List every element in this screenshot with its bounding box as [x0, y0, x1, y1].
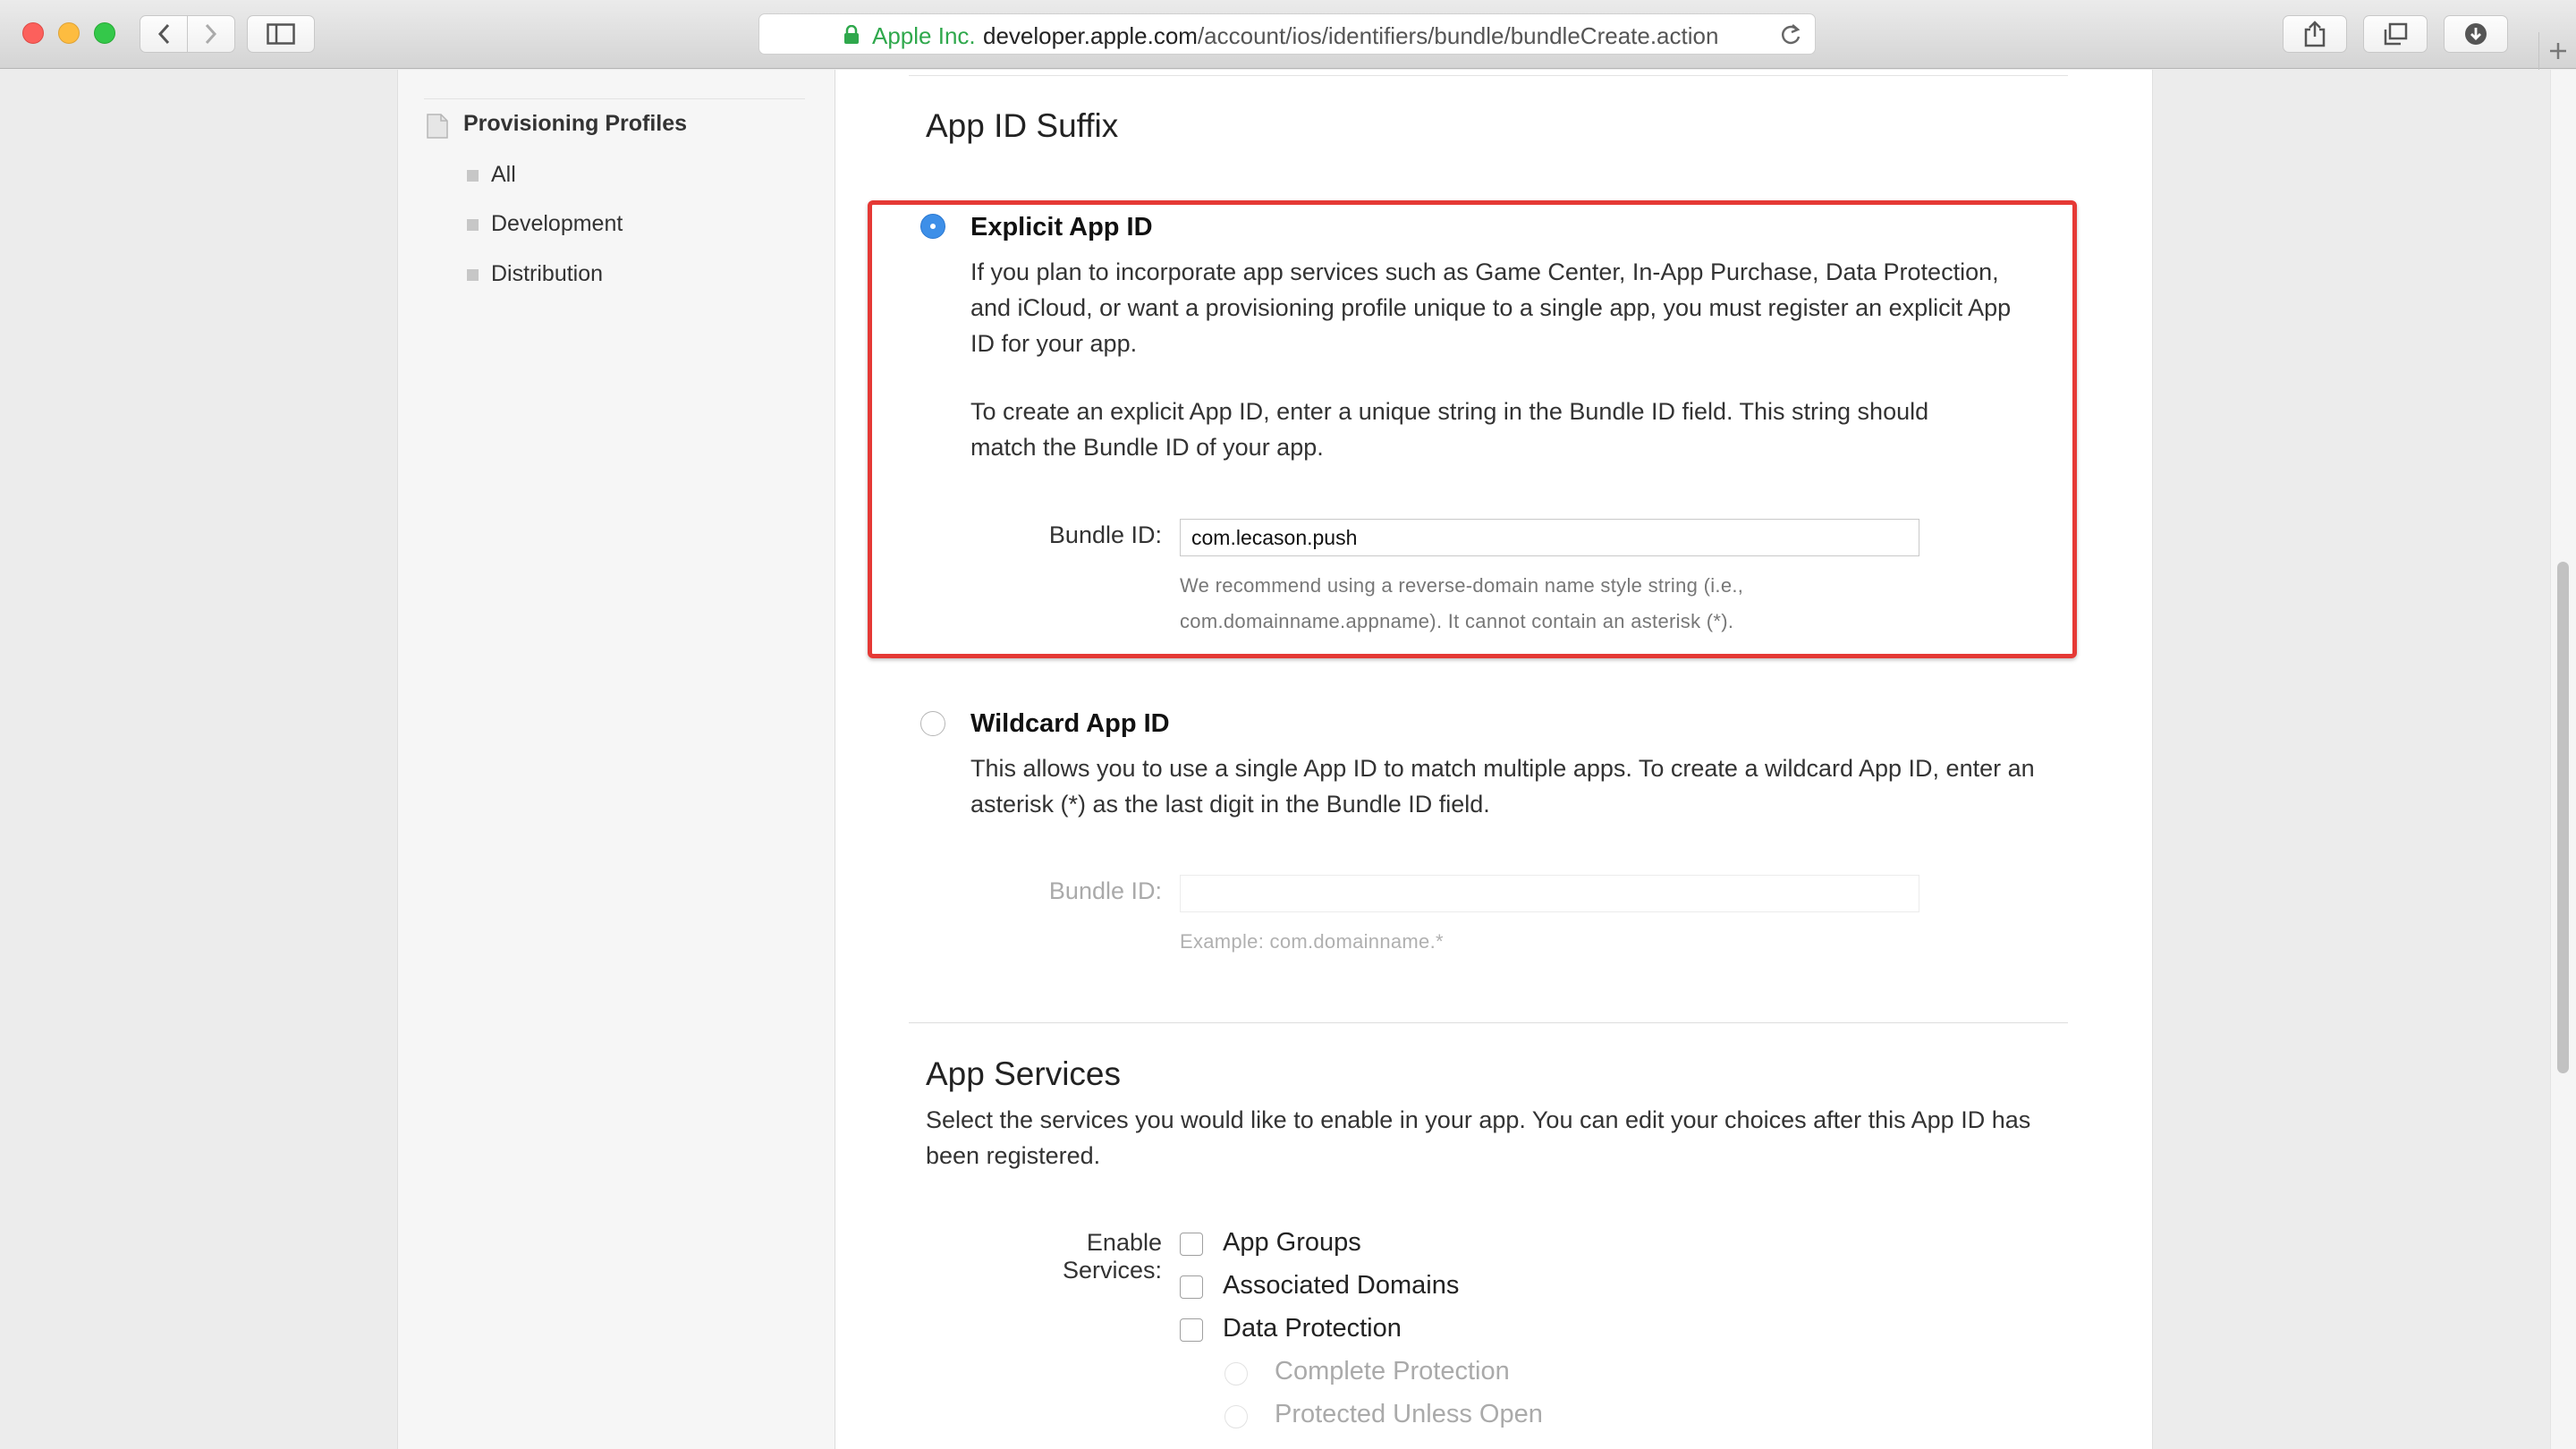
associated-domains-checkbox[interactable]	[1180, 1275, 1203, 1299]
address-bar[interactable]: Apple Inc. developer.apple.com/account/i…	[758, 13, 1816, 55]
sidebar-section-provisioning-profiles[interactable]: Provisioning Profiles	[463, 111, 687, 137]
complete-protection-label: Complete Protection	[1275, 1357, 1510, 1385]
sidebar-item-label: All	[491, 162, 516, 187]
wildcard-app-id-radio[interactable]	[920, 711, 945, 736]
sidebar-toggle-button[interactable]	[247, 15, 315, 53]
scrollbar-thumb[interactable]	[2557, 562, 2569, 1073]
address-url: developer.apple.com/account/ios/identifi…	[983, 22, 1718, 50]
download-icon	[2465, 23, 2487, 45]
bullet-icon	[467, 269, 479, 281]
protected-unless-open-radio[interactable]	[1224, 1405, 1248, 1428]
plus-icon	[2549, 43, 2566, 59]
explicit-app-id-title: Explicit App ID	[970, 213, 1153, 242]
reload-icon[interactable]	[1779, 22, 1802, 47]
page-gutter-right	[2152, 70, 2550, 1449]
tabs-overview-button[interactable]	[2363, 15, 2428, 53]
address-host: developer.apple.com	[983, 22, 1198, 49]
new-tab-button[interactable]	[2538, 32, 2576, 70]
wildcard-bundle-id-input[interactable]	[1180, 875, 1919, 912]
wildcard-bundle-id-label: Bundle ID:	[1048, 877, 1162, 904]
app-services-heading: App Services	[926, 1055, 1121, 1092]
data-protection-label: Data Protection	[1223, 1314, 1402, 1343]
back-button[interactable]	[140, 15, 188, 53]
minimize-window-button[interactable]	[58, 22, 80, 44]
app-services-description: Select the services you would like to en…	[926, 1106, 2031, 1169]
address-path: /account/ios/identifiers/bundle/bundleCr…	[1197, 22, 1719, 49]
section-divider	[909, 75, 2068, 76]
app-id-suffix-heading: App ID Suffix	[926, 107, 1119, 144]
explicit-bundle-id-label: Bundle ID:	[1048, 521, 1162, 548]
browser-toolbar: Apple Inc. developer.apple.com/account/i…	[0, 0, 2576, 70]
sidebar-item-label: Development	[491, 211, 623, 236]
chevron-right-icon	[205, 23, 217, 45]
explicit-bundle-id-input[interactable]	[1180, 519, 1919, 556]
wildcard-app-id-title: Wildcard App ID	[970, 709, 1170, 738]
sidebar-item-label: Distribution	[491, 261, 604, 286]
lock-icon	[844, 25, 859, 44]
associated-domains-label: Associated Domains	[1223, 1271, 1460, 1300]
app-groups-checkbox[interactable]	[1180, 1233, 1203, 1256]
explicit-app-id-radio[interactable]	[920, 214, 945, 239]
document-icon	[427, 114, 448, 139]
bullet-icon	[467, 219, 479, 231]
data-protection-checkbox[interactable]	[1180, 1318, 1203, 1342]
bullet-icon	[467, 170, 479, 182]
complete-protection-radio[interactable]	[1224, 1362, 1248, 1385]
forward-button[interactable]	[187, 15, 235, 53]
explicit-app-id-instructions: To create an explicit App ID, enter a un…	[970, 398, 1929, 461]
share-button[interactable]	[2283, 15, 2347, 53]
explicit-app-id-description: If you plan to incorporate app services …	[970, 258, 2012, 357]
tabs-icon	[2384, 22, 2408, 46]
zoom-window-button[interactable]	[94, 22, 115, 44]
share-icon	[2304, 21, 2326, 47]
enable-services-label: Enable Services:	[1062, 1229, 1162, 1284]
section-divider	[909, 1022, 2068, 1023]
wildcard-bundle-id-hint: Example: com.domainname.*	[1180, 930, 1444, 953]
app-groups-label: App Groups	[1223, 1228, 1361, 1257]
chevron-left-icon	[157, 23, 170, 45]
sidebar-divider	[424, 98, 805, 99]
wildcard-app-id-description: This allows you to use a single App ID t…	[970, 755, 2035, 818]
page-gutter-left	[0, 70, 397, 1449]
explicit-bundle-id-hint: We recommend using a reverse-domain name…	[1180, 574, 1744, 632]
downloads-button[interactable]	[2444, 15, 2508, 53]
close-window-button[interactable]	[22, 22, 44, 44]
sidebar-icon	[267, 23, 295, 45]
certificate-org: Apple Inc.	[872, 22, 976, 49]
sidebar	[397, 70, 835, 1449]
protected-unless-open-label: Protected Unless Open	[1275, 1400, 1543, 1428]
